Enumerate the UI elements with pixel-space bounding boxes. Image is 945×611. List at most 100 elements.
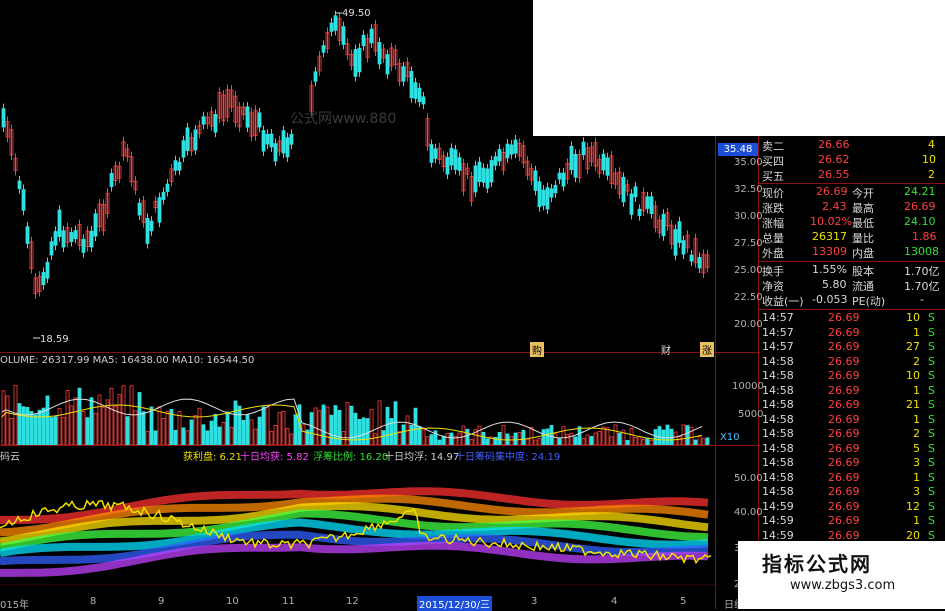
volume-bar <box>309 412 314 445</box>
tick-row: 14:58 26.69 1 S <box>760 413 940 428</box>
volume-bar <box>545 428 550 445</box>
tick-time: 14:58 <box>762 441 794 455</box>
event-marker[interactable]: 购 <box>530 342 544 357</box>
stat-label: 最高 <box>852 202 874 215</box>
candle-body <box>157 197 162 223</box>
tick-time: 14:57 <box>762 325 794 339</box>
volume-bar <box>45 395 50 445</box>
candle-body <box>81 238 86 253</box>
indicator-value: 十日均浮: 14.97 <box>384 452 460 463</box>
order-volume: 4 <box>928 138 935 151</box>
volume-bar <box>653 429 658 445</box>
tick-price: 26.69 <box>828 499 860 513</box>
volume-bar <box>341 431 346 445</box>
volume-bar <box>153 430 158 445</box>
candle-body <box>449 147 454 166</box>
volume-bar <box>517 431 522 445</box>
stat-row: 净资 5.80 流通 1.70亿 <box>760 278 940 293</box>
tick-time: 14:58 <box>762 427 794 440</box>
tick-row: 14:59 26.69 12 S <box>760 500 940 515</box>
order-volume: 2 <box>928 168 935 181</box>
volume-bar <box>581 437 586 445</box>
candle-body <box>49 241 54 256</box>
volume-bar <box>413 407 418 445</box>
volume-bar <box>541 429 546 445</box>
candle-body <box>145 217 150 244</box>
tick-side: S <box>928 325 935 339</box>
tick-vol: 1 <box>913 470 920 484</box>
tick-time: 14:58 <box>762 485 794 498</box>
candle-body <box>185 127 190 151</box>
volume-bar <box>141 411 146 445</box>
candle-body <box>601 153 606 171</box>
tick-side: S <box>928 340 935 353</box>
event-marker[interactable]: 涨 <box>700 342 714 357</box>
volume-bar <box>133 410 138 445</box>
stat-value: 13309 <box>812 245 847 258</box>
tick-price: 26.69 <box>828 514 860 527</box>
tick-price: 26.69 <box>828 354 860 368</box>
candle-body <box>677 221 682 243</box>
tick-time: 14:58 <box>762 354 794 368</box>
volume-bar <box>613 424 618 445</box>
y-tick: 27.50 <box>734 238 763 249</box>
tick-price: 26.69 <box>828 456 860 469</box>
tick-time: 14:58 <box>762 470 794 484</box>
volume-bar <box>317 410 322 445</box>
volume-bar <box>697 436 702 445</box>
date-label: 10 <box>226 596 239 607</box>
volume-bar <box>689 426 694 445</box>
tick-vol: 27 <box>906 340 920 353</box>
volume-bar <box>537 437 542 445</box>
candle-body <box>697 256 702 269</box>
divider <box>758 136 759 609</box>
volume-bar <box>573 436 578 445</box>
order-book-row: 买四 26.62 10 <box>760 153 940 168</box>
volume-bar <box>41 407 46 445</box>
tick-price: 26.69 <box>828 340 860 353</box>
candle-body <box>497 148 502 162</box>
volume-bar <box>201 424 206 445</box>
volume-header: OLUME: 26317.99 MA5: 16438.00 MA10: 1654… <box>0 355 255 366</box>
candle-body <box>417 87 422 103</box>
volume-bar <box>137 392 142 445</box>
candle-body <box>493 156 498 166</box>
candle-body <box>629 193 634 215</box>
site-watermark-url: www.zbgs3.com <box>790 578 896 593</box>
stat-label: 换手 <box>762 265 784 278</box>
volume-bar <box>673 431 678 445</box>
date-label: 11 <box>282 596 295 607</box>
candle-body <box>429 144 434 163</box>
divider <box>0 445 760 446</box>
candle-body <box>313 71 318 82</box>
y-tick: 40.00 <box>734 507 763 518</box>
volume-bar <box>441 435 446 445</box>
order-price: 26.66 <box>818 138 850 151</box>
volume-bar <box>377 400 382 445</box>
volume-bar <box>569 432 574 445</box>
date-label: 5 <box>680 596 687 607</box>
candle-body <box>53 231 58 246</box>
candle-body <box>689 254 694 262</box>
tick-row: 14:58 26.69 3 S <box>760 456 940 471</box>
volume-bar <box>217 426 222 445</box>
indicator-value: 获利盘: 6.21 <box>183 452 242 463</box>
volume-bar <box>609 436 614 445</box>
tick-side: S <box>928 485 935 498</box>
tick-vol: 2 <box>913 427 920 440</box>
order-book-row: 卖二 26.66 4 <box>760 138 940 153</box>
order-label: 卖二 <box>762 140 784 153</box>
tick-side: S <box>928 514 935 527</box>
indicator-value: 浮筹比例: 16.20 <box>313 452 389 463</box>
chip-distribution-chart[interactable] <box>0 445 715 609</box>
candle-body <box>333 15 338 31</box>
candlestick-chart[interactable] <box>0 0 715 352</box>
tick-time: 14:58 <box>762 398 794 411</box>
volume-bar <box>173 429 178 445</box>
volume-bar <box>293 414 298 445</box>
tick-price: 26.69 <box>828 412 860 426</box>
tick-side: S <box>928 528 935 542</box>
volume-bar <box>521 429 526 445</box>
volume-bar <box>605 427 610 445</box>
event-marker[interactable]: 财 <box>661 342 671 357</box>
